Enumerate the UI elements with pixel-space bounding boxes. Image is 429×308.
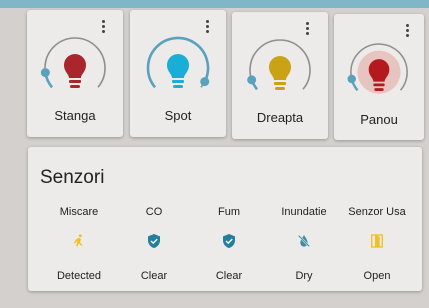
sensor-value: Dry <box>295 270 313 282</box>
sensor-value: Clear <box>140 270 168 282</box>
light-card-dreapta[interactable]: Dreapta <box>232 12 328 139</box>
light-name: Dreapta <box>256 110 304 125</box>
brightness-ring[interactable] <box>232 30 328 116</box>
light-card-stanga[interactable]: Stanga <box>27 10 123 137</box>
door-open-icon <box>347 233 407 253</box>
sensor-label: Senzor Usa <box>348 206 406 218</box>
sensor-value: Clear <box>215 270 243 282</box>
sensor-senzor-usa[interactable]: Senzor Usa Open <box>347 205 407 283</box>
shield-check-icon <box>124 233 184 253</box>
sensor-value: Detected <box>56 270 102 282</box>
card-title: Senzori <box>40 167 105 188</box>
sensor-value: Open <box>363 270 391 282</box>
sensor-inundatie[interactable]: Inundatie Dry <box>274 205 334 283</box>
sensor-miscare[interactable]: Miscare Detected <box>49 205 109 283</box>
sensor-co[interactable]: CO Clear <box>124 205 184 283</box>
ring-handle[interactable] <box>247 75 257 85</box>
sensor-label: Inundatie <box>281 206 327 218</box>
ring-handle[interactable] <box>200 77 210 87</box>
sensor-label: Fum <box>218 206 240 218</box>
top-app-bar <box>0 0 429 8</box>
light-card-panou[interactable]: Panou <box>334 14 424 140</box>
shield-check-icon <box>199 233 259 253</box>
light-name: Stanga <box>54 108 96 123</box>
lightbulb-icon <box>64 54 86 88</box>
sensor-label: CO <box>145 206 163 218</box>
light-name: Spot <box>164 108 192 123</box>
light-card-spot[interactable]: Spot <box>130 10 226 137</box>
ring-handle[interactable] <box>40 68 50 78</box>
brightness-ring[interactable] <box>27 28 123 114</box>
brightness-ring[interactable] <box>130 28 226 114</box>
water-off-icon <box>274 233 334 253</box>
ring-handle[interactable] <box>347 74 356 84</box>
sensor-fum[interactable]: Fum Clear <box>199 205 259 283</box>
motion-icon <box>49 233 109 253</box>
lightbulb-icon <box>269 56 291 90</box>
sensors-card: Senzori Miscare Detected CO Clear Fum Cl… <box>28 147 422 291</box>
lightbulb-icon <box>167 54 189 88</box>
brightness-ring[interactable] <box>334 32 424 118</box>
light-name: Panou <box>360 112 398 127</box>
sensor-label: Miscare <box>59 206 99 218</box>
